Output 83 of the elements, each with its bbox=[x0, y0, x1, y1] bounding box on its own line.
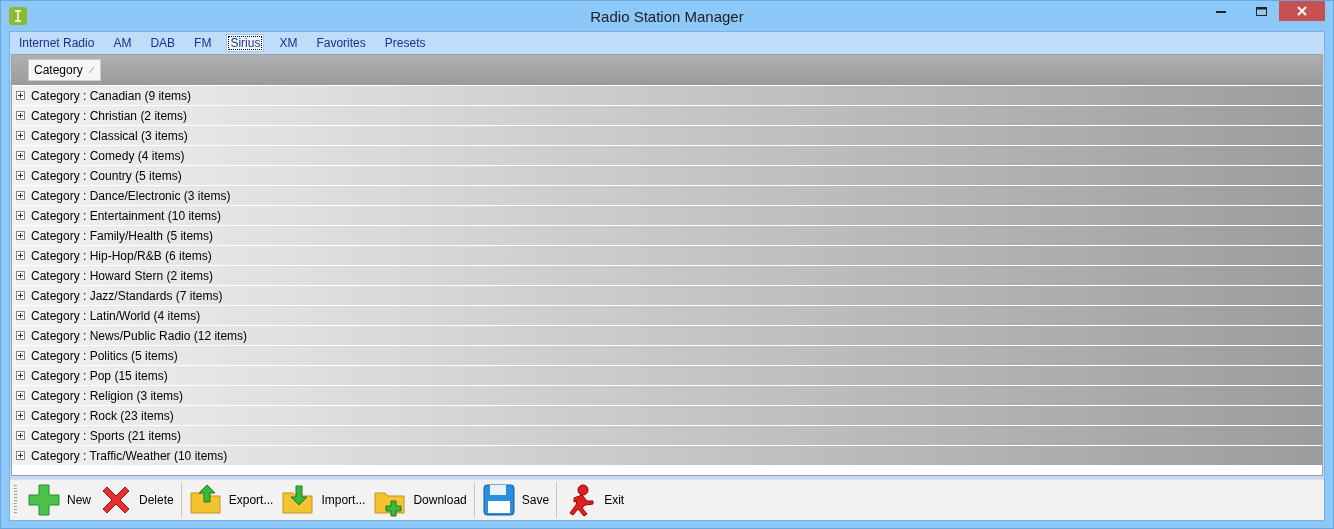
expand-toggle[interactable] bbox=[16, 451, 25, 460]
tab[interactable]: AM bbox=[110, 35, 135, 51]
expand-toggle[interactable] bbox=[16, 111, 25, 120]
group-label: Category : Howard Stern (2 items) bbox=[31, 268, 214, 283]
group-row[interactable]: Category : Traffic/Weather (10 items) bbox=[12, 446, 1322, 466]
folder-up-arrow-icon bbox=[188, 483, 223, 517]
plus-icon bbox=[27, 483, 61, 517]
group-label: Category : Entertainment (10 items) bbox=[31, 208, 222, 223]
expand-toggle[interactable] bbox=[16, 311, 25, 320]
expand-toggle[interactable] bbox=[16, 291, 25, 300]
export-button[interactable]: Export... bbox=[184, 482, 278, 518]
download-button[interactable]: Download bbox=[369, 482, 471, 518]
expand-toggle[interactable] bbox=[16, 371, 25, 380]
group-row[interactable]: Category : Latin/World (4 items) bbox=[12, 306, 1322, 326]
group-label: Category : Dance/Electronic (3 items) bbox=[31, 188, 231, 203]
tab[interactable]: Favorites bbox=[313, 35, 369, 51]
import-button[interactable]: Import... bbox=[277, 482, 370, 518]
expand-toggle[interactable] bbox=[16, 171, 25, 180]
group-row[interactable]: Category : Christian (2 items) bbox=[12, 106, 1322, 126]
new-button[interactable]: New bbox=[23, 482, 95, 518]
expand-toggle[interactable] bbox=[16, 211, 25, 220]
group-row[interactable]: Category : Canadian (9 items) bbox=[12, 86, 1322, 106]
group-row[interactable]: Category : Howard Stern (2 items) bbox=[12, 266, 1322, 286]
group-row[interactable]: Category : Family/Health (5 items) bbox=[12, 226, 1322, 246]
group-row[interactable]: Category : Rock (23 items) bbox=[12, 406, 1322, 426]
group-label: Category : Latin/World (4 items) bbox=[31, 308, 201, 323]
group-row[interactable]: Category : Sports (21 items) bbox=[12, 426, 1322, 446]
group-label: Category : Hip-Hop/R&B (6 items) bbox=[31, 248, 212, 263]
group-row[interactable]: Category : Classical (3 items) bbox=[12, 126, 1322, 146]
tab[interactable]: Internet Radio bbox=[16, 35, 98, 51]
tab[interactable]: XM bbox=[276, 35, 301, 51]
window-title: Radio Station Manager bbox=[590, 7, 744, 25]
close-button[interactable] bbox=[1279, 1, 1325, 21]
group-label: Category : Christian (2 items) bbox=[31, 108, 188, 123]
group-row[interactable]: Category : Religion (3 items) bbox=[12, 386, 1322, 406]
delete-button[interactable]: Delete bbox=[95, 482, 178, 518]
expand-toggle[interactable] bbox=[16, 131, 25, 140]
expand-toggle[interactable] bbox=[16, 151, 25, 160]
maximize-icon bbox=[1255, 6, 1267, 16]
group-label: Category : Family/Health (5 items) bbox=[31, 228, 214, 243]
tab[interactable]: FM bbox=[191, 35, 215, 51]
group-row[interactable]: Category : Entertainment (10 items) bbox=[12, 206, 1322, 226]
group-label: Category : Pop (15 items) bbox=[31, 368, 168, 383]
expand-toggle[interactable] bbox=[16, 231, 25, 240]
group-label: Category : Classical (3 items) bbox=[31, 128, 188, 143]
tab[interactable]: DAB bbox=[147, 35, 179, 51]
group-label: Category : Jazz/Standards (7 items) bbox=[31, 288, 223, 303]
app-icon bbox=[9, 7, 27, 25]
group-label: Category bbox=[34, 63, 83, 77]
group-row[interactable]: Category : Comedy (4 items) bbox=[12, 146, 1322, 166]
expand-toggle[interactable] bbox=[16, 191, 25, 200]
group-label: Category : Sports (21 items) bbox=[31, 428, 182, 443]
expand-toggle[interactable] bbox=[16, 331, 25, 340]
expand-toggle[interactable] bbox=[16, 91, 25, 100]
expand-toggle[interactable] bbox=[16, 391, 25, 400]
group-row[interactable]: Category : Pop (15 items) bbox=[12, 366, 1322, 386]
group-by-chip[interactable]: Category bbox=[28, 59, 101, 81]
expand-toggle[interactable] bbox=[16, 271, 25, 280]
minimize-icon bbox=[1216, 9, 1226, 13]
group-row[interactable]: Category : News/Public Radio (12 items) bbox=[12, 326, 1322, 346]
expand-toggle[interactable] bbox=[16, 411, 25, 420]
group-label: Category : Country (5 items) bbox=[31, 168, 182, 183]
close-icon bbox=[1297, 6, 1307, 16]
group-label: Category : Religion (3 items) bbox=[31, 388, 184, 403]
group-label: Category : Canadian (9 items) bbox=[31, 88, 192, 103]
group-row[interactable]: Category : Jazz/Standards (7 items) bbox=[12, 286, 1322, 306]
tab[interactable]: Presets bbox=[381, 35, 429, 51]
group-row[interactable]: Category : Country (5 items) bbox=[12, 166, 1322, 186]
save-button[interactable]: Save bbox=[477, 482, 554, 518]
group-label: Category : Traffic/Weather (10 items) bbox=[31, 448, 228, 463]
group-label: Category : Comedy (4 items) bbox=[31, 148, 185, 163]
group-row[interactable]: Category : Dance/Electronic (3 items) bbox=[12, 186, 1322, 206]
expand-toggle[interactable] bbox=[16, 431, 25, 440]
group-label: Category : Politics (5 items) bbox=[31, 348, 178, 363]
group-label: Category : News/Public Radio (12 items) bbox=[31, 328, 248, 343]
expand-toggle[interactable] bbox=[16, 351, 25, 360]
folder-down-arrow-icon bbox=[281, 483, 316, 517]
group-row[interactable]: Category : Politics (5 items) bbox=[12, 346, 1322, 366]
expand-toggle[interactable] bbox=[16, 251, 25, 260]
group-row[interactable]: Category : Hip-Hop/R&B (6 items) bbox=[12, 246, 1322, 266]
group-label: Category : Rock (23 items) bbox=[31, 408, 174, 423]
exit-button[interactable]: Exit bbox=[560, 482, 629, 518]
tab[interactable]: Sirius bbox=[227, 35, 264, 51]
